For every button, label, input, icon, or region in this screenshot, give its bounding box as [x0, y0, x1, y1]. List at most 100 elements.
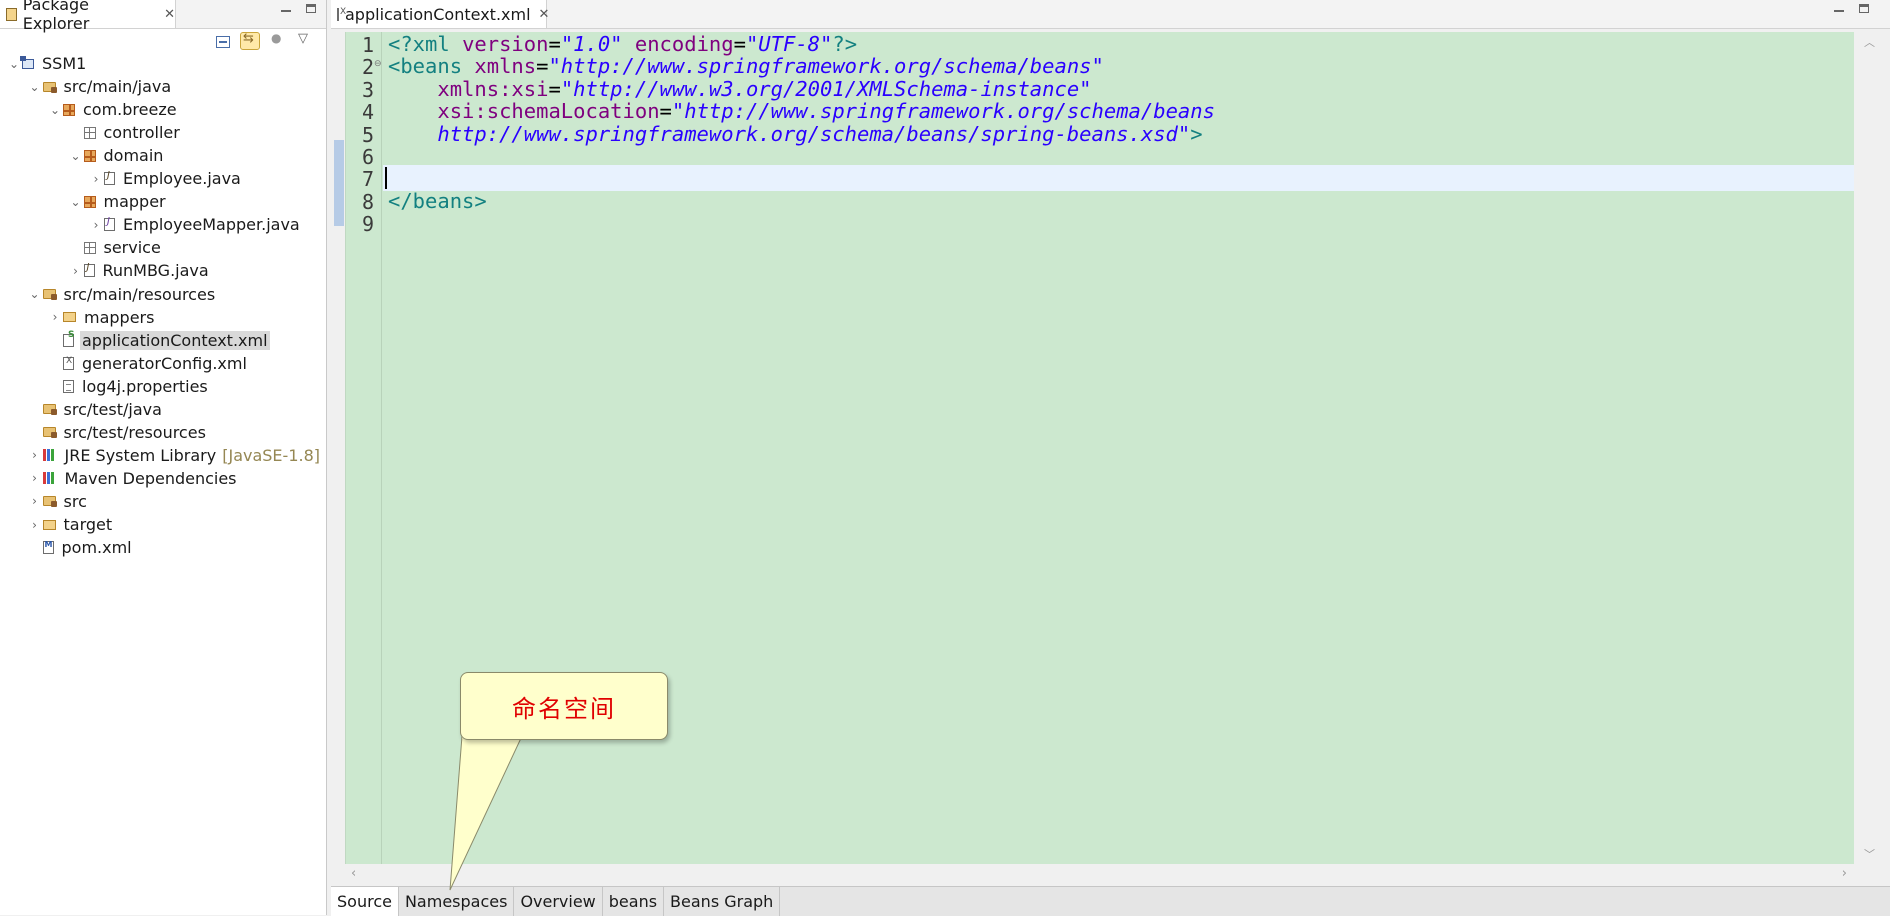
collapse-all-icon[interactable]: [216, 36, 230, 48]
tree-item-label: pom.xml: [61, 538, 132, 558]
tree-item[interactable]: ⌄ com.breeze: [47, 98, 179, 121]
code-token: =: [548, 76, 561, 101]
view-menu-icon[interactable]: [296, 31, 312, 49]
tree-item[interactable]: ⌄ src/main/resources: [27, 283, 218, 306]
tree-item-label: target: [63, 515, 113, 534]
interface-file-icon: [104, 216, 115, 232]
tab-package-explorer[interactable]: Package Explorer ✕: [0, 0, 176, 33]
code-token: ?>: [832, 32, 858, 56]
scroll-down-icon[interactable]: ﹀: [1864, 846, 1875, 862]
editor-tab-bar: applicationContext.xml ✕: [331, 0, 1890, 29]
properties-file-icon: [63, 379, 74, 393]
maximize-icon[interactable]: [306, 4, 316, 13]
line-number: 2: [361, 55, 374, 80]
filters-icon[interactable]: [270, 31, 286, 49]
close-icon[interactable]: ✕: [164, 7, 175, 22]
tab-application-context[interactable]: applicationContext.xml ✕: [331, 0, 550, 28]
tree-item-label: JRE System Library: [64, 445, 217, 465]
tree-item-label: controller: [103, 123, 180, 143]
library-icon: [42, 449, 57, 462]
tree-item-label: src/main/resources: [63, 284, 216, 304]
tab-source[interactable]: Source: [331, 887, 399, 916]
code-token: =: [733, 32, 746, 56]
tree-item[interactable]: controller: [68, 121, 182, 144]
code-token: "http://www.w3.org/2001/XMLSchema-instan…: [560, 76, 1092, 101]
tree-item-label: EmployeeMapper.java: [123, 215, 300, 235]
chevron-down-icon[interactable]: ⌄: [27, 80, 43, 94]
maximize-icon[interactable]: [1859, 4, 1869, 13]
minimize-icon[interactable]: [280, 4, 292, 16]
chevron-right-icon[interactable]: ›: [68, 264, 84, 278]
chevron-right-icon[interactable]: ›: [88, 172, 104, 186]
tree-item-label: SSM1: [42, 54, 87, 73]
tree-item[interactable]: ⌄ src/main/java: [27, 75, 174, 98]
tree-item[interactable]: ⌄ domain: [68, 144, 166, 167]
editor-page-tabs: Source Namespaces Overview beans Beans Graph: [331, 886, 1890, 916]
tree-item[interactable]: generatorConfig.xml: [47, 352, 249, 375]
code-line: http://www.springframework.org/schema/be…: [388, 121, 1203, 147]
tree-item-label: applicationContext.xml: [80, 330, 270, 350]
explorer-tab-bar: Package Explorer ✕: [0, 0, 326, 33]
folder-icon: [42, 519, 56, 530]
vertical-scrollbar[interactable]: ︿ ﹀: [1854, 32, 1890, 864]
explorer-toolbar: [216, 31, 312, 50]
empty-package-icon: [83, 126, 96, 139]
project-icon: [20, 55, 34, 69]
pom-file-icon: [42, 540, 54, 555]
tree-item-label: generatorConfig.xml: [82, 353, 247, 373]
tree-item[interactable]: › target: [27, 513, 115, 536]
tab-beans[interactable]: beans: [603, 887, 665, 916]
chevron-right-icon[interactable]: ›: [27, 448, 43, 462]
tree-item-label: Employee.java: [123, 169, 241, 189]
code-token: =: [659, 99, 672, 124]
chevron-right-icon[interactable]: ›: [88, 218, 104, 232]
tree-item[interactable]: › Maven Dependencies: [27, 467, 239, 490]
package-explorer-view: Package Explorer ✕ ⌄SSM1⌄src/main/java⌄c…: [0, 0, 327, 915]
tree-item[interactable]: › EmployeeMapper.java: [88, 213, 302, 236]
code-token: "1.0": [560, 32, 623, 56]
tree-item-label: RunMBG.java: [102, 261, 209, 281]
tree-item[interactable]: › mappers: [47, 306, 156, 329]
tree-item[interactable]: src/test/resources: [27, 421, 208, 444]
tree-item-label: com.breeze: [83, 100, 177, 120]
source-folder-icon: [42, 81, 57, 93]
code-token: =: [548, 32, 561, 56]
package-icon: [83, 195, 96, 208]
scroll-up-icon[interactable]: ︿: [1864, 34, 1875, 50]
scroll-left-icon[interactable]: ‹: [351, 866, 356, 881]
fold-collapse-icon[interactable]: ⊖: [374, 59, 384, 69]
package-icon: [83, 149, 96, 162]
tree-item[interactable]: applicationContext.xml: [47, 329, 270, 352]
horizontal-scrollbar[interactable]: ‹ ›: [345, 866, 1853, 884]
tree-item[interactable]: log4j.properties: [47, 375, 210, 398]
tree-item[interactable]: service: [68, 236, 163, 259]
tree-item[interactable]: › RunMBG.java: [68, 259, 211, 282]
code-token: </beans>: [388, 188, 487, 213]
tree-item[interactable]: ⌄ mapper: [68, 190, 168, 213]
tree-item[interactable]: › src: [27, 490, 89, 513]
close-icon[interactable]: ✕: [539, 7, 550, 22]
chevron-down-icon[interactable]: ⌄: [27, 287, 43, 301]
line-number: 6: [361, 145, 374, 169]
chevron-down-icon[interactable]: ⌄: [68, 149, 84, 163]
chevron-down-icon[interactable]: ⌄: [47, 103, 63, 117]
tree-item[interactable]: › Employee.java: [88, 167, 243, 190]
tab-beans-graph[interactable]: Beans Graph: [664, 887, 781, 916]
chevron-down-icon[interactable]: ⌄: [68, 195, 84, 209]
line-number: 1: [361, 33, 374, 57]
chevron-right-icon[interactable]: ›: [27, 471, 43, 485]
chevron-right-icon[interactable]: ›: [47, 310, 63, 324]
tree-item[interactable]: src/test/java: [27, 398, 164, 421]
tree-item[interactable]: pom.xml: [27, 536, 134, 559]
chevron-right-icon[interactable]: ›: [27, 518, 43, 532]
link-with-editor-icon[interactable]: [240, 31, 260, 50]
tree-item[interactable]: ⌄ SSM1: [6, 52, 88, 75]
tree-item[interactable]: › JRE System Library [JavaSE-1.8]: [27, 444, 320, 467]
line-number: 8: [361, 189, 374, 214]
scroll-right-icon[interactable]: ›: [1842, 866, 1847, 881]
minimize-icon[interactable]: [1833, 4, 1845, 16]
chevron-right-icon[interactable]: ›: [27, 494, 43, 508]
code-token: >: [1190, 121, 1203, 146]
